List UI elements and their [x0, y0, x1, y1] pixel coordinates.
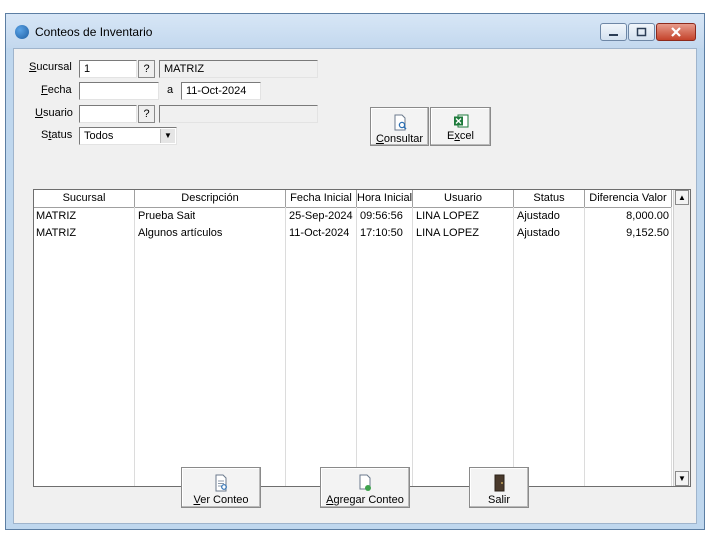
status-select[interactable]: Todos ▼	[79, 127, 177, 145]
cell-diferencia-valor: 8,000.00	[626, 210, 669, 222]
column-header-diferencia-valor[interactable]: Diferencia Valor	[585, 190, 672, 207]
agregar-conteo-button[interactable]: Agregar Conteo	[320, 467, 410, 508]
app-icon	[15, 25, 29, 39]
sucursal-lookup-button[interactable]: ?	[138, 60, 155, 78]
column-divider	[585, 207, 672, 486]
fecha-separator: a	[167, 84, 174, 96]
usuario-label-hotkey: U	[35, 107, 43, 119]
cell-fecha-inicial: 11-Oct-2024	[289, 227, 350, 239]
title-bar[interactable]: Conteos de Inventario	[6, 14, 704, 48]
cell-diferencia-valor: 9,152.50	[626, 227, 669, 239]
fecha-from-input[interactable]	[79, 82, 159, 100]
consultar-button[interactable]: Consultar	[370, 107, 429, 146]
cell-descripcion: Algunos artículos	[138, 227, 223, 239]
cell-status: Ajustado	[517, 210, 560, 222]
cell-sucursal: MATRIZ	[36, 227, 77, 239]
ver-conteo-label: Ver Conteo	[182, 494, 260, 506]
conteos-table[interactable]: Sucursal Descripción Fecha Inicial Hora …	[33, 189, 691, 487]
cell-sucursal: MATRIZ	[36, 210, 77, 222]
cell-status: Ajustado	[517, 227, 560, 239]
usuario-code-input[interactable]	[79, 105, 137, 123]
client-area: Sucursal 1 ? MATRIZ Fecha a 11-Oct-2024 …	[13, 48, 697, 524]
ver-conteo-rest: er Conteo	[200, 494, 249, 506]
column-header-sucursal[interactable]: Sucursal	[34, 190, 135, 207]
usuario-lookup-button[interactable]: ?	[138, 105, 155, 123]
cell-usuario: LINA LOPEZ	[416, 210, 479, 222]
column-divider	[34, 207, 135, 486]
column-header-hora-inicial[interactable]: Hora Inicial	[357, 190, 413, 207]
column-header-descripcion[interactable]: Descripción	[135, 190, 286, 207]
excel-rest: cel	[459, 130, 474, 142]
column-divider	[286, 207, 357, 486]
consultar-hotkey: C	[375, 133, 384, 145]
document-search-icon	[394, 114, 407, 131]
sucursal-code-input[interactable]: 1	[79, 60, 137, 78]
maximize-icon	[636, 27, 647, 37]
excel-button[interactable]: Excel	[430, 107, 491, 146]
vertical-scrollbar[interactable]: ▲ ▼	[673, 190, 690, 486]
column-header-fecha-inicial[interactable]: Fecha Inicial	[286, 190, 357, 207]
fecha-label-hotkey: F	[41, 84, 48, 96]
column-divider	[514, 207, 585, 486]
fecha-label-rest: echa	[47, 84, 72, 96]
chevron-down-icon[interactable]: ▼	[160, 129, 175, 143]
ver-conteo-button[interactable]: Ver Conteo	[181, 467, 261, 508]
agregar-conteo-hotkey: A	[326, 494, 334, 506]
usuario-label-rest: suario	[42, 107, 73, 119]
sucursal-name-field: MATRIZ	[159, 60, 318, 78]
consultar-rest: onsultar	[383, 133, 424, 145]
fecha-to-input[interactable]: 11-Oct-2024	[181, 82, 261, 100]
fecha-label: Fecha	[41, 84, 72, 96]
column-divider	[135, 207, 286, 486]
minimize-button[interactable]	[600, 23, 627, 41]
close-icon	[671, 27, 681, 37]
sucursal-label-rest: ucursal	[36, 61, 72, 73]
column-divider	[357, 207, 413, 486]
minimize-icon	[609, 34, 618, 36]
status-select-value: Todos	[84, 130, 114, 142]
column-header-status[interactable]: Status	[514, 190, 585, 207]
agregar-conteo-label: Agregar Conteo	[321, 494, 409, 506]
scroll-up-arrow-icon[interactable]: ▲	[675, 190, 689, 205]
view-document-icon	[215, 474, 227, 492]
maximize-button[interactable]	[628, 23, 655, 41]
cell-hora-inicial: 09:56:56	[360, 210, 403, 222]
consultar-label: Consultar	[371, 133, 428, 145]
excel-label: Excel	[431, 130, 490, 142]
sucursal-label: Sucursal	[29, 61, 72, 73]
status-label-rest: atus	[51, 129, 73, 141]
table-header: Sucursal Descripción Fecha Inicial Hora …	[34, 190, 672, 208]
status-label: Status	[41, 129, 72, 141]
close-button[interactable]	[656, 23, 696, 41]
column-divider	[413, 207, 514, 486]
salir-label: Salir	[487, 494, 510, 506]
scroll-down-arrow-icon[interactable]: ▼	[675, 471, 689, 486]
usuario-name-field	[159, 105, 318, 123]
salir-button[interactable]: Salir	[469, 467, 529, 508]
usuario-label: Usuario	[35, 107, 73, 119]
cell-usuario: LINA LOPEZ	[416, 227, 479, 239]
cell-descripcion: Prueba Sait	[138, 210, 196, 222]
cell-hora-inicial: 17:10:50	[360, 227, 403, 239]
excel-icon	[453, 114, 468, 128]
exit-door-icon	[494, 474, 505, 492]
window-title: Conteos de Inventario	[35, 25, 153, 39]
agregar-conteo-rest: gregar Conteo	[333, 494, 404, 506]
column-header-usuario[interactable]: Usuario	[413, 190, 514, 207]
window: Conteos de Inventario Sucursal 1 ? MATRI…	[5, 13, 705, 530]
add-document-icon	[359, 474, 371, 491]
cell-fecha-inicial: 25-Sep-2024	[289, 210, 353, 222]
